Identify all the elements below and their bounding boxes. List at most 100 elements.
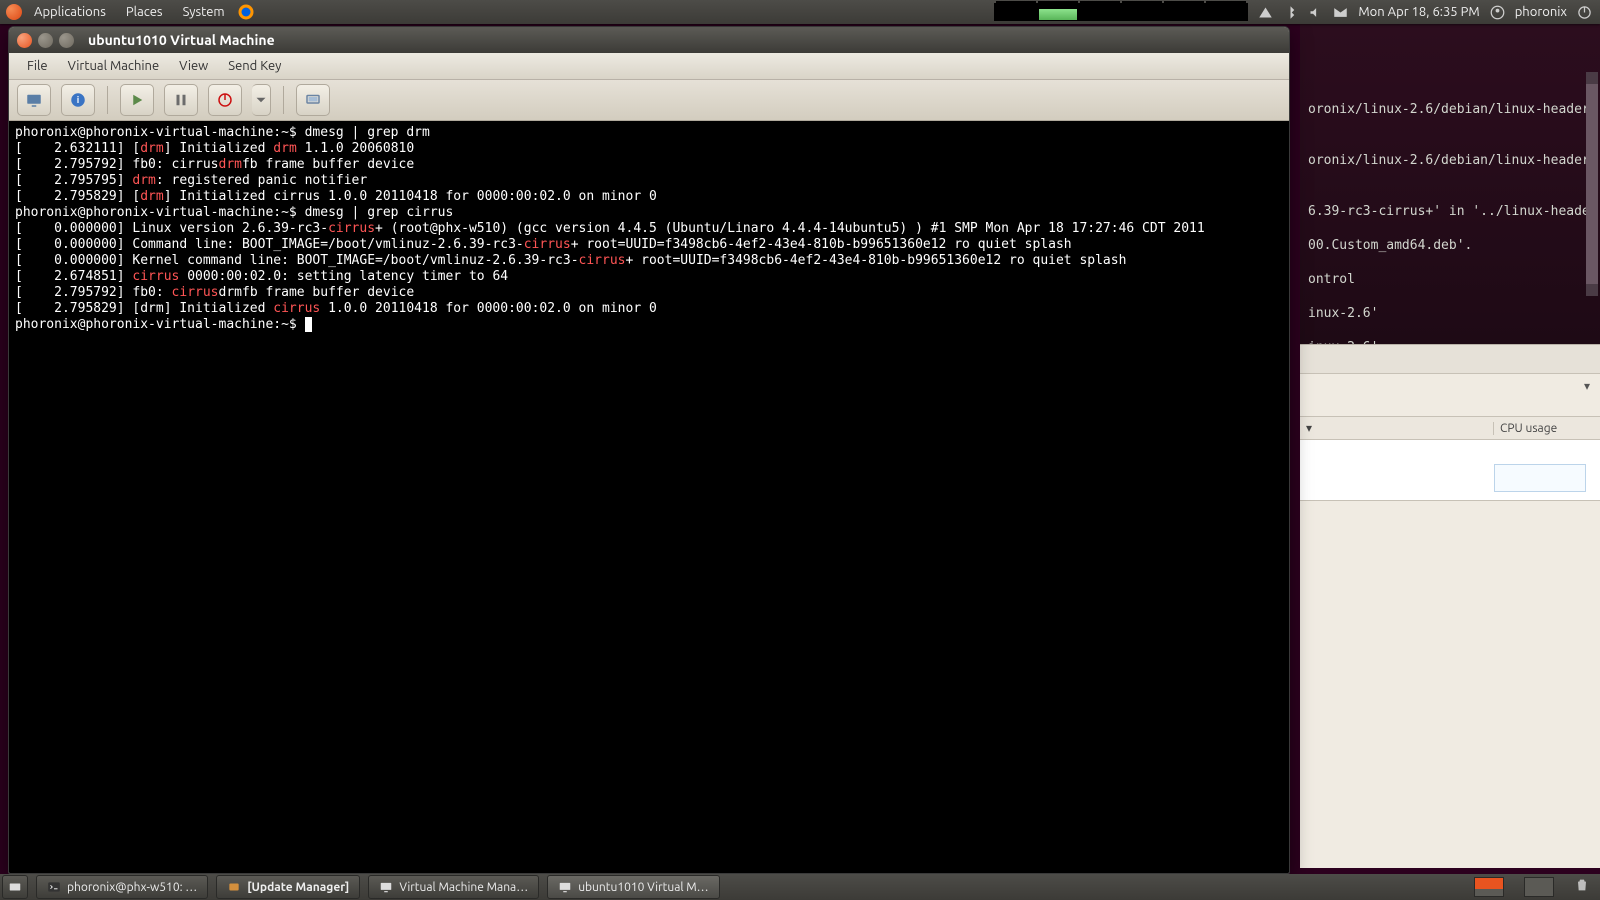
output-text: [ 2.795829] [drm] Initialized (15, 301, 273, 316)
output-text: [ 0.000000] Kernel command line: BOOT_IM… (15, 253, 579, 268)
clock[interactable]: Mon Apr 18, 6:35 PM (1358, 5, 1479, 19)
guest-terminal[interactable]: phoronix@phoronix-virtual-machine:~$ dme… (9, 121, 1289, 873)
toolbar-separator (107, 86, 108, 114)
highlight: cirrus (579, 253, 626, 268)
host-term-line: ontrol (1308, 271, 1592, 288)
fullscreen-button[interactable] (296, 84, 330, 116)
highlight: cirrus (524, 237, 571, 252)
highlight: drm (273, 141, 296, 156)
command: dmesg | grep drm (305, 125, 430, 140)
output-text: + root=UUID=f3498cb6-4ef2-43e4-810b-b996… (571, 237, 1072, 252)
virt-manager-cpu-sparkline (1494, 464, 1586, 492)
username[interactable]: phoronix (1515, 5, 1567, 19)
maximize-button[interactable] (59, 33, 74, 48)
network-icon[interactable] (1258, 5, 1273, 20)
top-panel-right: Mon Apr 18, 6:35 PM phoronix (994, 3, 1600, 21)
output-text: ] Initialized cirrus 1.0.0 20110418 for … (164, 189, 657, 204)
shutdown-dropdown[interactable] (252, 84, 271, 116)
show-desktop-button[interactable] (2, 875, 28, 899)
output-text: [ 2.795792] fb0: (15, 285, 172, 300)
task-label: [Update Manager] (247, 881, 349, 894)
host-term-line: inux-2.6' (1308, 305, 1592, 322)
system-monitor-applet[interactable] (994, 3, 1248, 21)
top-panel: Applications Places System Mon Apr 18, 6… (0, 0, 1600, 24)
update-manager-icon (227, 880, 241, 894)
task-terminal[interactable]: phoronix@phx-w510: … (36, 875, 208, 899)
highlight: drm (140, 189, 163, 204)
highlight: drm (132, 173, 155, 188)
terminal-icon (47, 880, 61, 894)
svg-text:i: i (77, 95, 80, 105)
window-title: ubuntu1010 Virtual Machine (88, 32, 275, 48)
highlight: cirrus (328, 221, 375, 236)
prompt: phoronix@phoronix-virtual-machine:~$ (15, 125, 297, 140)
system-menu[interactable]: System (175, 3, 233, 21)
user-switch-icon[interactable] (1490, 5, 1505, 20)
vm-menubar: File Virtual Machine View Send Key (9, 53, 1289, 80)
virt-manager-cpu-col[interactable]: CPU usage (1493, 422, 1600, 435)
prompt: phoronix@phoronix-virtual-machine:~$ (15, 317, 297, 332)
task-update-manager[interactable]: [Update Manager] (216, 875, 360, 899)
shutdown-button[interactable] (208, 84, 242, 116)
close-button[interactable] (17, 33, 32, 48)
workspace-switcher-2[interactable] (1524, 877, 1554, 897)
vm-console-icon (558, 880, 572, 894)
output-text: fb frame buffer device (242, 157, 414, 172)
output-text: [ 2.795829] [ (15, 189, 140, 204)
menu-view[interactable]: View (169, 56, 218, 76)
vm-window-titlebar[interactable]: ubuntu1010 Virtual Machine (9, 27, 1289, 53)
virt-manager-name-col-dropdown[interactable]: ▾ (1300, 421, 1493, 435)
cursor (305, 317, 313, 332)
output-text: 1.1.0 20060810 (297, 141, 414, 156)
host-term-line: oronix/linux-2.6/debian/linux-header (1308, 101, 1592, 118)
host-terminal-partial: oronix/linux-2.6/debian/linux-header oro… (1300, 24, 1600, 344)
host-term-scroll-up[interactable] (1586, 72, 1598, 84)
highlight: drm (140, 141, 163, 156)
virt-manager-toolbar (1300, 345, 1600, 374)
host-term-scrollbar[interactable] (1586, 84, 1598, 284)
bluetooth-icon[interactable] (1283, 5, 1298, 20)
minimize-button[interactable] (38, 33, 53, 48)
menu-file[interactable]: File (17, 56, 58, 76)
run-button[interactable] (120, 84, 154, 116)
firefox-icon[interactable] (237, 3, 255, 21)
virt-manager-icon (379, 880, 393, 894)
output-text: + (root@phx-w510) (gcc version 4.4.5 (Ub… (375, 221, 1205, 236)
host-term-line: 6.39-rc3-cirrus+' in '../linux-heade (1308, 203, 1592, 220)
trash-icon[interactable] (1574, 877, 1590, 893)
virt-manager-dropdown-icon[interactable]: ▾ (1584, 379, 1590, 393)
output-text: [ 2.795795] (15, 173, 132, 188)
virt-manager-window-partial: ▾ ▾ CPU usage (1300, 344, 1600, 868)
output-text: [ 2.674851] (15, 269, 132, 284)
top-panel-left: Applications Places System (0, 3, 255, 21)
bottom-panel: phoronix@phx-w510: … [Update Manager] Vi… (0, 874, 1600, 900)
task-label: phoronix@phx-w510: … (67, 881, 197, 894)
places-menu[interactable]: Places (118, 3, 171, 21)
menu-send-key[interactable]: Send Key (218, 56, 291, 76)
output-text: [ 2.632111] [ (15, 141, 140, 156)
workspace-switcher-1[interactable] (1474, 877, 1504, 897)
toolbar-separator (283, 86, 284, 114)
ubuntu-logo-icon[interactable] (6, 4, 22, 20)
task-vm-console[interactable]: ubuntu1010 Virtual M… (547, 875, 719, 899)
details-button[interactable]: i (61, 84, 95, 116)
highlight: cirrus (273, 301, 320, 316)
virt-manager-list[interactable] (1300, 440, 1600, 501)
output-text: 1.0.0 20110418 for 0000:00:02.0 on minor… (320, 301, 657, 316)
output-text: + root=UUID=f3498cb6-4ef2-43e4-810b-b996… (626, 253, 1127, 268)
output-text: [ 2.795792] fb0: cirrus (15, 157, 219, 172)
applications-menu[interactable]: Applications (26, 3, 114, 21)
power-icon[interactable] (1577, 5, 1592, 20)
volume-icon[interactable] (1308, 5, 1323, 20)
host-term-scroll-down[interactable] (1586, 284, 1598, 296)
output-text: : registered panic notifier (156, 173, 367, 188)
menu-virtual-machine[interactable]: Virtual Machine (58, 56, 170, 76)
task-virt-manager[interactable]: Virtual Machine Mana… (368, 875, 539, 899)
vm-toolbar: i (9, 80, 1289, 121)
mail-icon[interactable] (1333, 5, 1348, 20)
console-button[interactable] (17, 84, 51, 116)
pause-button[interactable] (164, 84, 198, 116)
host-term-line: 00.Custom_amd64.deb'. (1308, 237, 1592, 254)
output-text: [ 0.000000] Linux version 2.6.39-rc3- (15, 221, 328, 236)
virt-manager-columns: ▾ CPU usage (1300, 416, 1600, 440)
